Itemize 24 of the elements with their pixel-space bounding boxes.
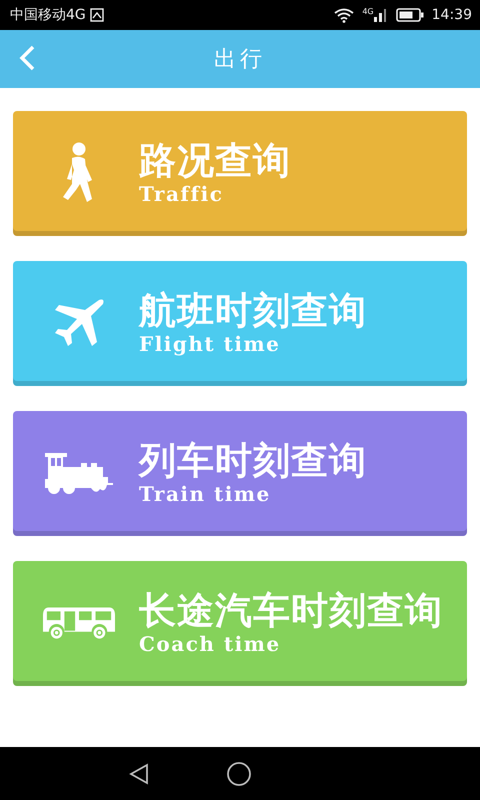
- wifi-icon: [334, 8, 354, 22]
- page-title: 出行: [214, 46, 266, 74]
- option-title: 列车时刻查询: [139, 441, 367, 482]
- image-icon: [90, 8, 104, 22]
- train-icon: [45, 452, 113, 494]
- back-nav-icon[interactable]: [128, 762, 150, 784]
- option-title: 路况查询: [139, 141, 291, 182]
- carrier-name: 中国移动4G: [10, 6, 86, 24]
- option-subtitle: Traffic: [139, 182, 224, 206]
- option-button[interactable]: 航班时刻查询 Flight time: [13, 261, 467, 386]
- option-title: 航班时刻查询: [139, 291, 367, 332]
- option-button[interactable]: 长途汽车时刻查询 Coach time: [13, 561, 467, 686]
- home-nav-icon[interactable]: [226, 760, 252, 786]
- clock-time: 14:39: [432, 6, 472, 24]
- option-subtitle: Flight time: [139, 332, 282, 356]
- option-subtitle: Coach time: [139, 632, 282, 656]
- option-title: 长途汽车时刻查询: [139, 591, 443, 632]
- option-button[interactable]: 路况查询 Traffic: [13, 111, 467, 236]
- bus-icon: [43, 606, 115, 640]
- option-subtitle: Train time: [139, 482, 272, 506]
- option-button[interactable]: 列车时刻查询 Train time: [13, 411, 467, 536]
- signal-icon: [374, 8, 388, 22]
- battery-icon: [396, 8, 424, 22]
- network-type: 4G: [362, 8, 374, 16]
